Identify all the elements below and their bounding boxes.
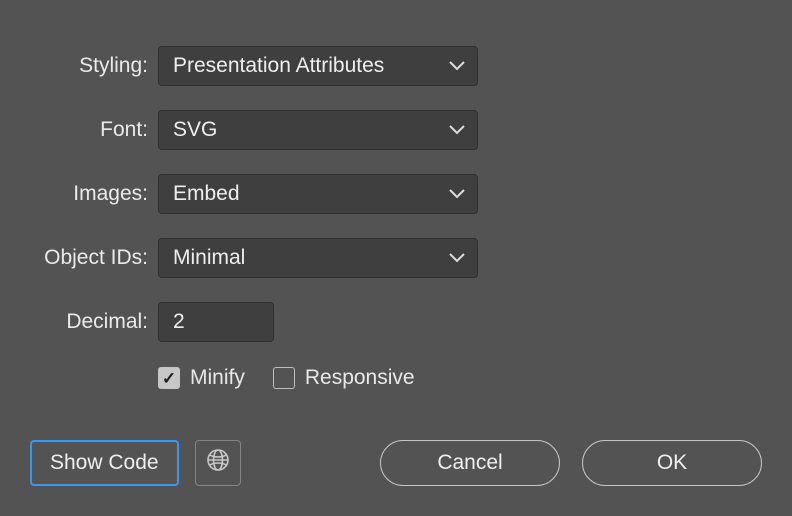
show-code-button[interactable]: Show Code <box>30 440 179 486</box>
cancel-label: Cancel <box>437 451 502 475</box>
dialog-footer: Show Code Cancel OK <box>0 440 792 486</box>
font-select[interactable]: SVG <box>158 110 478 150</box>
cancel-button[interactable]: Cancel <box>380 440 560 486</box>
styling-label: Styling: <box>0 54 158 78</box>
row-object-ids: Object IDs: Minimal <box>0 238 792 278</box>
responsive-checkbox[interactable]: Responsive <box>273 366 415 390</box>
styling-value: Presentation Attributes <box>173 54 384 78</box>
ok-button[interactable]: OK <box>582 440 762 486</box>
ok-label: OK <box>657 451 687 475</box>
chevron-down-icon <box>449 125 465 135</box>
checkbox-box-icon <box>273 367 295 389</box>
responsive-label: Responsive <box>305 366 415 390</box>
row-font: Font: SVG <box>0 110 792 150</box>
chevron-down-icon <box>449 189 465 199</box>
chevron-down-icon <box>449 61 465 71</box>
object-ids-select[interactable]: Minimal <box>158 238 478 278</box>
minify-checkbox[interactable]: ✓ Minify <box>158 366 245 390</box>
minify-label: Minify <box>190 366 245 390</box>
object-ids-value: Minimal <box>173 246 245 270</box>
row-styling: Styling: Presentation Attributes <box>0 46 792 86</box>
images-label: Images: <box>0 182 158 206</box>
checkbox-row: ✓ Minify Responsive <box>158 366 792 390</box>
styling-select[interactable]: Presentation Attributes <box>158 46 478 86</box>
images-select[interactable]: Embed <box>158 174 478 214</box>
globe-icon <box>206 448 230 478</box>
decimal-value: 2 <box>173 310 185 334</box>
font-label: Font: <box>0 118 158 142</box>
object-ids-label: Object IDs: <box>0 246 158 270</box>
chevron-down-icon <box>449 253 465 263</box>
font-value: SVG <box>173 118 217 142</box>
row-decimal: Decimal: 2 <box>0 302 792 342</box>
decimal-label: Decimal: <box>0 310 158 334</box>
checkmark-icon: ✓ <box>162 370 176 387</box>
decimal-input[interactable]: 2 <box>158 302 274 342</box>
images-value: Embed <box>173 182 240 206</box>
show-code-label: Show Code <box>50 451 159 475</box>
svg-options-form: Styling: Presentation Attributes Font: S… <box>0 0 792 390</box>
row-images: Images: Embed <box>0 174 792 214</box>
checkbox-box-icon: ✓ <box>158 367 180 389</box>
web-preview-button[interactable] <box>195 440 241 486</box>
